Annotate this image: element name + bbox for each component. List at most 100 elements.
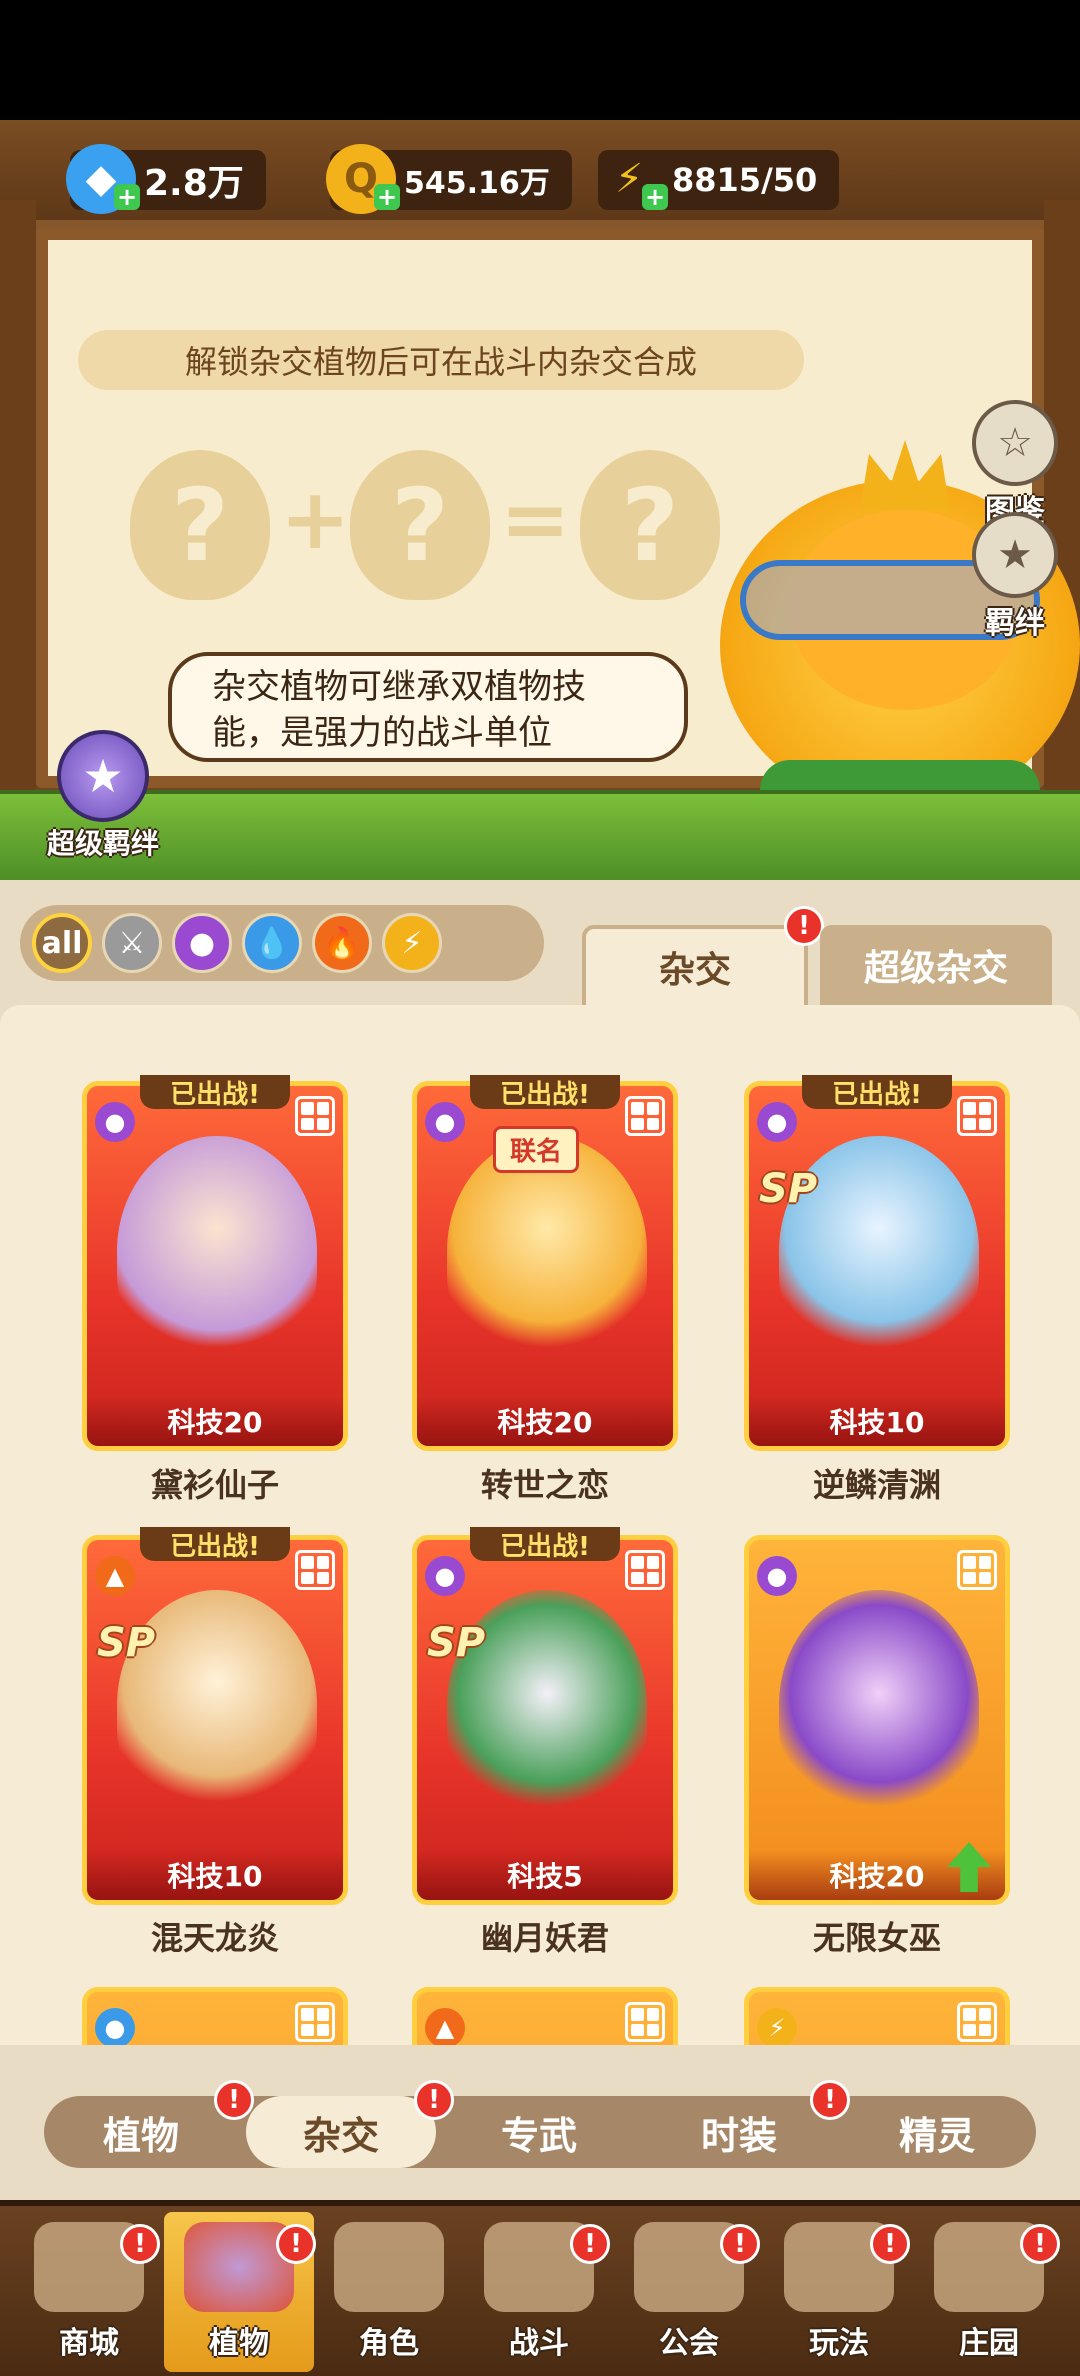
unlock-tip: 解锁杂交植物后可在战斗内杂交合成 [78,330,804,390]
board-frame-left [0,200,36,800]
grid-icon [625,1096,665,1136]
fire-icon: ▲ [95,1556,135,1596]
grid-icon [957,1550,997,1590]
plant-grid: ● 科技20 已出战! 黛衫仙子 ● 联名 科技20 已出战! 转世之恋 ● S… [0,1005,1080,2045]
coin-counter[interactable]: Q + 545.16万 [326,144,572,214]
sp-badge: SP [427,1620,486,1666]
potion-icon: ● [757,1102,797,1142]
grid-icon [625,1550,665,1590]
unknown-plant-icon: ? [580,450,720,600]
element-filter-bar: all ⚔ ● 💧 🔥 ⚡ [20,905,544,981]
energy-counter[interactable]: ⚡ + 8815/50 [598,150,840,210]
fire-filter-icon[interactable]: 🔥 [312,913,372,973]
plant-name: 混天龙炎 [150,1919,279,1957]
plant-card[interactable]: ● [82,1987,348,2045]
sp-badge: SP [759,1166,818,1212]
plant-name: 无限女巫 [812,1919,941,1957]
plant-card[interactable]: ● SP 科技10 [744,1081,1010,1451]
alert-badge: ! [784,906,824,946]
alert-badge: ! [276,2224,316,2264]
potion-icon: ● [425,1556,465,1596]
equals-icon: = [500,470,571,568]
plant-card[interactable]: ● SP 科技5 [412,1535,678,1905]
deployed-tag: 已出战! [470,1075,620,1110]
diamond-value: 2.8万 [144,163,244,204]
plant-name: 幽月妖君 [480,1919,609,1957]
codex-icon: ☆ [972,400,1058,486]
sp-badge: SP [97,1620,156,1666]
potion-icon: ● [95,1102,135,1142]
grid-icon [957,1096,997,1136]
grid-icon [295,1096,335,1136]
super-bond-label: 超级羁绊 [46,827,159,860]
add-diamond-icon: + [114,184,140,210]
codex-button[interactable]: ☆ 图鉴 [960,400,1070,530]
characters-icon [334,2222,444,2312]
alert-badge: ! [870,2224,910,2264]
grid-icon [625,2002,665,2042]
plant-name: 逆鳞清渊 [812,1466,941,1504]
alert-badge: ! [214,2080,254,2120]
deployed-tag: 已出战! [470,1527,620,1562]
sub-tab-plants[interactable]: 植物 [46,2096,236,2168]
fire-icon: ▲ [425,2008,465,2045]
bond-label: 羁绊 [985,606,1045,641]
alert-badge: ! [720,2224,760,2264]
plant-name: 黛衫仙子 [150,1466,279,1504]
bond-icon: ★ [972,512,1058,598]
plant-name: 转世之恋 [480,1466,609,1504]
tech-level: 科技20 [87,1396,343,1446]
plant-card[interactable]: ● 科技20 [82,1081,348,1451]
plant-portrait [779,1590,979,1820]
potion-icon: ● [757,1556,797,1596]
lightning-filter-icon[interactable]: ⚡ [382,913,442,973]
water-filter-icon[interactable]: 💧 [242,913,302,973]
sub-tab-outfits[interactable]: 时装 [644,2096,834,2168]
plant-portrait [117,1136,317,1366]
unknown-plant-icon: ? [350,450,490,600]
super-bond-icon: ★ [57,730,149,822]
potion-filter-icon[interactable]: ● [172,913,232,973]
bond-button[interactable]: ★ 羁绊 [960,512,1070,642]
tech-level: 科技20 [417,1396,673,1446]
plant-card[interactable]: ● 科技20 [744,1535,1010,1905]
add-coin-icon: + [374,184,400,210]
energy-value: 8815/50 [672,161,818,199]
lightning-icon: ⚡ [757,2008,797,2045]
plus-icon: + [280,470,351,568]
plant-card[interactable]: ● 联名 科技20 [412,1081,678,1451]
tech-level: 科技10 [87,1850,343,1900]
potion-icon: ● [425,1102,465,1142]
deployed-tag: 已出战! [140,1075,290,1110]
water-icon: ● [95,2008,135,2045]
plant-card[interactable]: ⚡ [744,1987,1010,2045]
coin-value: 545.16万 [404,166,550,201]
deployed-tag: 已出战! [802,1075,952,1110]
plant-card[interactable]: ▲ SP 科技10 [82,1535,348,1905]
unknown-plant-icon: ? [130,450,270,600]
collab-tag: 联名 [493,1126,580,1173]
grid-icon [957,2002,997,2042]
tab-super-hybrid[interactable]: 超级杂交 [820,925,1052,1005]
tech-level: 科技5 [417,1850,673,1900]
alert-badge: ! [120,2224,160,2264]
speech-bubble: 杂交植物可继承双植物技能，是强力的战斗单位 [168,652,688,762]
nav-characters[interactable]: 角色 [314,2212,464,2372]
alert-badge: ! [1020,2224,1060,2264]
tab-hybrid[interactable]: 杂交 [582,925,808,1005]
status-bar [0,0,1080,120]
diamond-counter[interactable]: ◆ + 2.8万 [66,144,266,214]
sub-tab-spirits[interactable]: 精灵 [842,2096,1032,2168]
alert-badge: ! [570,2224,610,2264]
grid-icon [295,2002,335,2042]
super-bond-button[interactable]: ★ 超级羁绊 [38,730,168,862]
sword-filter-icon[interactable]: ⚔ [102,913,162,973]
plant-card[interactable]: ▲ [412,1987,678,2045]
filter-all[interactable]: all [32,913,92,973]
grid-icon [295,1550,335,1590]
sub-tab-hybrid[interactable]: 杂交 [246,2096,436,2168]
sub-tab-weapons[interactable]: 专武 [444,2096,634,2168]
add-energy-icon: + [642,184,668,210]
deployed-tag: 已出战! [140,1527,290,1562]
tech-level: 科技10 [749,1396,1005,1446]
